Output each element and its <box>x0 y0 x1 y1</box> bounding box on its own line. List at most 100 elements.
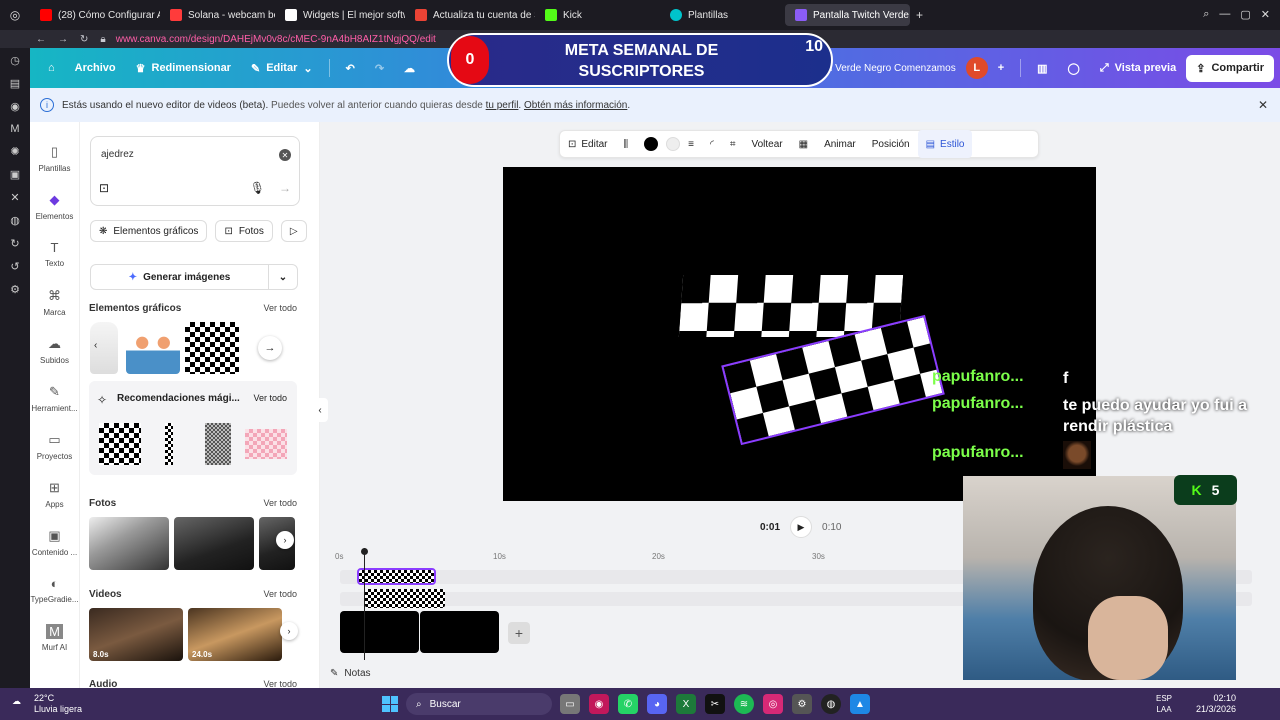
color-black-swatch[interactable] <box>636 130 666 158</box>
graphic-checkerboard[interactable] <box>185 322 239 374</box>
nav-elementos[interactable]: ◆ Elementos <box>30 182 80 230</box>
video-thumb-2[interactable]: 24.0s <box>188 608 282 661</box>
maximize-icon[interactable]: ▢ <box>1240 8 1250 21</box>
timeline-clip-selected[interactable] <box>357 568 436 585</box>
photos-next-arrow[interactable]: › <box>276 531 294 549</box>
save-status-button[interactable]: ☁ <box>394 62 425 75</box>
color-white-swatch[interactable] <box>666 130 681 158</box>
profile-link[interactable]: tu perfil <box>486 100 519 111</box>
new-tab-icon[interactable]: + <box>916 8 923 22</box>
vista-previa-button[interactable]: ⤢ Vista previa <box>1090 62 1186 75</box>
scene-2[interactable] <box>420 611 499 653</box>
redo-button[interactable]: ↷ <box>365 62 394 75</box>
nav-murf-ai[interactable]: M Murf AI <box>30 614 80 662</box>
corner-tool[interactable]: ◜ <box>702 130 722 158</box>
animar-tool[interactable]: Animar <box>816 130 864 158</box>
graphics-prev-arrow[interactable]: ‹ <box>94 340 97 351</box>
generar-imagenes-button[interactable]: ✦ Generar imágenes ⌄ <box>90 264 298 290</box>
firefox-icon[interactable]: ◉ <box>589 694 609 714</box>
image-search-icon[interactable]: ⊡ <box>99 181 109 195</box>
collapse-panel-icon[interactable]: ‹ <box>312 398 328 422</box>
add-scene-button[interactable]: + <box>508 622 530 644</box>
explorer-icon[interactable]: ▭ <box>560 694 580 714</box>
refresh-icon[interactable]: ↺ <box>10 260 19 273</box>
close-icon[interactable]: ✕ <box>1261 8 1270 21</box>
more-info-link[interactable]: Obtén más información <box>524 100 627 111</box>
settings-icon[interactable]: ⚙ <box>10 283 20 296</box>
browser-tab-2[interactable]: Solana - webcam bottom <box>160 4 275 26</box>
browser-tab-1[interactable]: (28) Cómo Configurar ALE <box>30 4 160 26</box>
radio-icon[interactable]: ◍ <box>10 214 20 227</box>
redimensionar-button[interactable]: ♛ Redimensionar <box>126 62 241 75</box>
chip-more[interactable]: ▷ <box>280 220 307 242</box>
avatar[interactable]: L <box>965 57 988 79</box>
weather-widget[interactable]: 22°C Lluvia ligera <box>34 693 82 715</box>
x-icon[interactable]: ✕ <box>10 191 19 204</box>
playhead[interactable] <box>361 548 368 660</box>
reload-icon[interactable]: ↻ <box>80 34 88 45</box>
posicion-tool[interactable]: Posición <box>864 130 918 158</box>
messenger-icon[interactable]: M <box>10 123 19 135</box>
nav-apps[interactable]: ⊞ Apps <box>30 470 80 518</box>
rec-checker-grey[interactable] <box>205 423 231 465</box>
nav-plantillas[interactable]: ▯ Plantillas <box>30 134 80 182</box>
comments-button[interactable]: ◯ <box>1058 62 1090 75</box>
browser-tab-3[interactable]: Widgets | El mejor softwa <box>275 4 405 26</box>
video-thumb-1[interactable]: 8.0s <box>89 608 183 661</box>
nav-typegradient[interactable]: ◐ TypeGradie... <box>30 566 80 614</box>
microphone-icon[interactable]: 🎙︎ <box>250 181 265 195</box>
twitch-icon[interactable]: ▣ <box>10 168 20 181</box>
close-banner-icon[interactable]: ✕ <box>1258 98 1268 112</box>
estilo-tool[interactable]: ▤ Estilo <box>917 130 973 158</box>
rec-checker-strip[interactable] <box>165 423 173 465</box>
editar-menu[interactable]: ✎ Editar ⌄ <box>241 62 323 75</box>
scene-1[interactable] <box>340 611 419 653</box>
graphic-chess-players[interactable] <box>126 322 180 374</box>
browser-tab-5[interactable]: Kick <box>535 4 660 26</box>
videos-see-all-link[interactable]: Ver todo <box>263 589 297 600</box>
undo-button[interactable]: ↶ <box>336 62 365 75</box>
compartir-button[interactable]: ⇪ Compartir <box>1186 54 1274 82</box>
search-icon[interactable]: ⌕ <box>1203 8 1209 21</box>
search-input[interactable]: ajedrez <box>101 149 134 160</box>
insights-button[interactable]: ▥ <box>1027 62 1057 75</box>
browser-tab-6[interactable]: Plantillas <box>660 4 785 26</box>
back-icon[interactable]: ← <box>36 34 46 45</box>
editar-tool[interactable]: ⊡ Editar <box>560 130 616 158</box>
forward-icon[interactable]: → <box>58 34 68 45</box>
notes-button[interactable]: ✎ Notas <box>330 668 371 679</box>
firefox-menu-icon[interactable]: ◎ <box>0 8 30 22</box>
palette-icon[interactable]: ◉ <box>10 100 20 113</box>
history-icon[interactable]: ◷ <box>10 54 20 67</box>
archivo-menu[interactable]: Archivo <box>65 62 126 74</box>
nav-herramientas[interactable]: ✎ Herramient... <box>30 374 80 422</box>
browser-tab-4[interactable]: Actualiza tu cuenta de St <box>405 4 535 26</box>
nav-contenido[interactable]: ▣ Contenido ... <box>30 518 80 566</box>
minimize-icon[interactable]: — <box>1219 8 1230 21</box>
nav-proyectos[interactable]: ▭ Proyectos <box>30 422 80 470</box>
nav-subidos[interactable]: ☁ Subidos <box>30 326 80 374</box>
url-field[interactable]: www.canva.com/design/DAHEjMv0v8c/cMEC-9n… <box>116 34 436 45</box>
photo-chessboard[interactable] <box>89 517 169 570</box>
add-collaborator-button[interactable]: + <box>988 62 1014 74</box>
home-button[interactable]: ⌂ <box>30 62 65 74</box>
clear-search-icon[interactable]: ✕ <box>279 149 291 161</box>
photo-knight[interactable] <box>174 517 254 570</box>
transparency-tool[interactable]: ▦ <box>791 130 816 158</box>
instagram-icon[interactable]: ◎ <box>763 694 783 714</box>
spotify-icon[interactable]: ≋ <box>734 694 754 714</box>
chatgpt-icon[interactable]: ✺ <box>10 145 19 158</box>
nav-marca[interactable]: ⌘ Marca <box>30 278 80 326</box>
nav-texto[interactable]: T Texto <box>30 230 80 278</box>
excel-icon[interactable]: X <box>676 694 696 714</box>
start-button[interactable] <box>382 696 398 712</box>
recs-see-all-link[interactable]: Ver todo <box>253 393 287 403</box>
browser-tab-7-active[interactable]: Pantalla Twitch Verde Neg <box>785 4 910 26</box>
bookmark-icon[interactable]: ▤ <box>10 77 20 90</box>
chip-fotos[interactable]: ⊡ Fotos <box>215 220 273 242</box>
settings-icon[interactable]: ⚙ <box>792 694 812 714</box>
videos-next-arrow[interactable]: › <box>280 622 298 640</box>
rec-checker-pink[interactable] <box>245 429 287 459</box>
submit-arrow-icon[interactable]: → <box>279 181 291 195</box>
obs-icon[interactable]: ◍ <box>821 694 841 714</box>
